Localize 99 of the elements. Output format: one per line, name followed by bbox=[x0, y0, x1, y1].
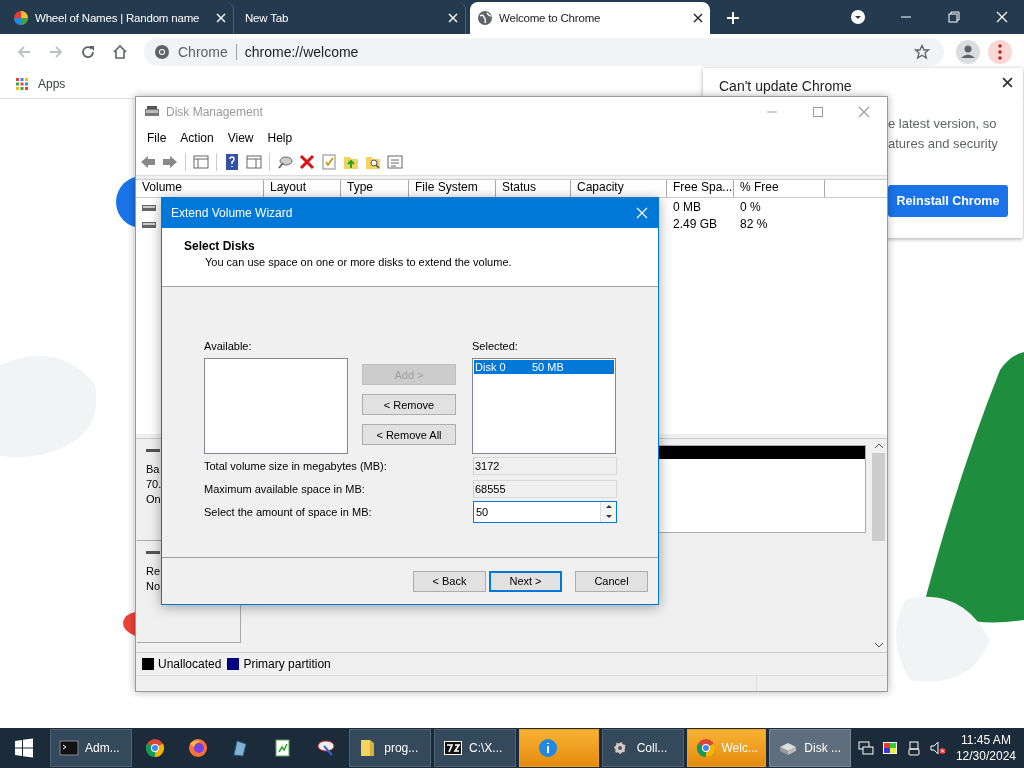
home-icon[interactable] bbox=[112, 44, 128, 60]
list-label: Available: bbox=[204, 339, 252, 353]
spin-up-icon[interactable] bbox=[604, 504, 613, 509]
scroll-up-icon[interactable] bbox=[873, 443, 884, 449]
bookmark-link[interactable]: Apps bbox=[14, 75, 68, 93]
readonly-field: 68555 bbox=[473, 479, 617, 498]
legend-label: Unallocated bbox=[158, 657, 222, 671]
back-arrow-icon[interactable] bbox=[139, 153, 157, 171]
tab-title: New Tab bbox=[245, 12, 290, 24]
list-label: Selected: bbox=[472, 339, 518, 353]
network-icon[interactable] bbox=[858, 740, 875, 756]
start-icon[interactable] bbox=[14, 738, 34, 758]
close-tab-icon[interactable] bbox=[693, 13, 703, 23]
reinstall-button[interactable]: Reinstall Chrome bbox=[888, 185, 1008, 217]
window-title: Disk Management bbox=[166, 105, 263, 119]
dish-icon bbox=[316, 738, 337, 758]
disk-label-text: 70. bbox=[146, 477, 162, 492]
address-bar[interactable]: Chrome chrome://welcome bbox=[144, 38, 944, 66]
menu-icon[interactable] bbox=[988, 40, 1012, 64]
popup-text: atures and security bbox=[888, 135, 998, 153]
popup-text: e latest version, so bbox=[888, 115, 997, 133]
star-icon[interactable] bbox=[914, 44, 930, 60]
tab-title: Welcome to Chrome bbox=[499, 12, 602, 24]
restore-icon[interactable] bbox=[946, 9, 962, 25]
menu-item[interactable]: Help bbox=[260, 129, 300, 147]
taskbar-button[interactable]: Disk ... bbox=[769, 729, 852, 767]
taskbar-button[interactable]: Adm... bbox=[49, 729, 132, 767]
disk-label-text: On bbox=[146, 492, 161, 507]
table-cell-text: 2.49 GB bbox=[672, 216, 719, 231]
dialog-button[interactable]: Cancel bbox=[575, 570, 648, 592]
taskbar-button[interactable]: prog... bbox=[349, 729, 432, 767]
close-icon[interactable] bbox=[994, 9, 1010, 25]
spinner-field[interactable]: 50 bbox=[473, 500, 617, 523]
maximize-icon[interactable] bbox=[810, 104, 826, 120]
table-cell-text: 82 % bbox=[739, 216, 769, 231]
table-cell-text: 0 MB bbox=[672, 199, 702, 214]
checklist-icon[interactable] bbox=[320, 153, 338, 171]
fox-icon bbox=[187, 738, 208, 758]
scroll-down-icon[interactable] bbox=[873, 642, 884, 648]
readonly-field: 3172 bbox=[473, 456, 617, 475]
spin-down-icon[interactable] bbox=[604, 514, 613, 519]
column-header[interactable]: Free Spa... bbox=[667, 180, 734, 197]
terminal-icon bbox=[58, 738, 79, 758]
tab-search-icon[interactable] bbox=[850, 9, 866, 25]
menu-item[interactable]: Action bbox=[173, 129, 221, 147]
clock[interactable]: 11:45 AM 12/30/2024 bbox=[955, 732, 1016, 764]
close-icon[interactable] bbox=[1002, 77, 1013, 88]
dialog-title: Extend Volume Wizard bbox=[171, 206, 293, 220]
chrome-logo-icon bbox=[154, 44, 170, 60]
wheel-icon bbox=[13, 10, 29, 26]
popup-title: Can't update Chrome bbox=[719, 78, 852, 94]
available-list[interactable] bbox=[204, 358, 348, 454]
apps-grid-icon bbox=[16, 78, 28, 90]
taskbar-button[interactable]: C:\X... bbox=[434, 729, 516, 767]
browser-tab[interactable]: Welcome to Chrome bbox=[470, 2, 710, 34]
reload-icon[interactable] bbox=[80, 44, 96, 60]
browser-icon bbox=[144, 738, 165, 758]
column-header[interactable]: % Free bbox=[734, 180, 825, 197]
delete-icon[interactable] bbox=[298, 153, 316, 171]
site-name: Chrome bbox=[178, 44, 228, 60]
muted-speaker-icon[interactable] bbox=[930, 740, 946, 756]
action-button[interactable]: < Remove bbox=[362, 394, 456, 415]
disk-label-text: Ba bbox=[146, 462, 160, 477]
tab-title: Wheel of Names | Random name bbox=[35, 12, 201, 24]
selected-list[interactable]: Disk 0 50 MB bbox=[472, 358, 616, 454]
field-label: Total volume size in megabytes (MB): bbox=[204, 459, 388, 472]
action-button[interactable]: < Remove All bbox=[362, 424, 456, 445]
menu-item[interactable]: View bbox=[220, 129, 261, 147]
usb-icon[interactable] bbox=[906, 740, 922, 756]
info-icon bbox=[537, 738, 558, 758]
globe-icon bbox=[477, 10, 493, 26]
disk-label-text: Re bbox=[146, 564, 161, 579]
scrollbar[interactable] bbox=[870, 439, 887, 652]
panel-icon[interactable] bbox=[245, 153, 263, 171]
table-cell-text: 0 % bbox=[739, 199, 762, 214]
dialog-button[interactable]: < Back bbox=[413, 570, 486, 592]
browser-icon bbox=[695, 738, 716, 758]
half-circle-decoration bbox=[122, 612, 135, 636]
url-text: chrome://welcome bbox=[244, 44, 359, 60]
profile-icon[interactable] bbox=[956, 40, 980, 64]
help-icon[interactable] bbox=[223, 153, 241, 171]
disk-list-item[interactable]: Disk 0 50 MB bbox=[474, 360, 614, 374]
step-heading: Select Disks bbox=[184, 239, 256, 253]
dialog-button[interactable]: Next > bbox=[489, 570, 562, 592]
color-icon[interactable] bbox=[882, 740, 899, 756]
browser-tab[interactable]: New Tab bbox=[238, 2, 466, 34]
forward-arrow-icon[interactable] bbox=[161, 153, 179, 171]
step-description: You can use space on one or more disks to extend the volume. bbox=[205, 256, 513, 268]
connect-icon[interactable] bbox=[276, 153, 294, 171]
taskbar-button[interactable]: Coll... bbox=[601, 729, 684, 767]
disk-label-text: No bbox=[146, 579, 161, 594]
menu-item[interactable]: File bbox=[140, 129, 174, 147]
console-icon[interactable] bbox=[192, 153, 210, 171]
field-label: Maximum available space in MB: bbox=[204, 482, 366, 495]
archive-icon bbox=[443, 738, 464, 758]
field-label: Select the amount of space in MB: bbox=[204, 505, 373, 518]
legend-label: Primary partition bbox=[243, 657, 331, 671]
browser-tab[interactable]: Wheel of Names | Random name bbox=[6, 2, 234, 34]
new-tab-icon[interactable] bbox=[726, 11, 740, 25]
